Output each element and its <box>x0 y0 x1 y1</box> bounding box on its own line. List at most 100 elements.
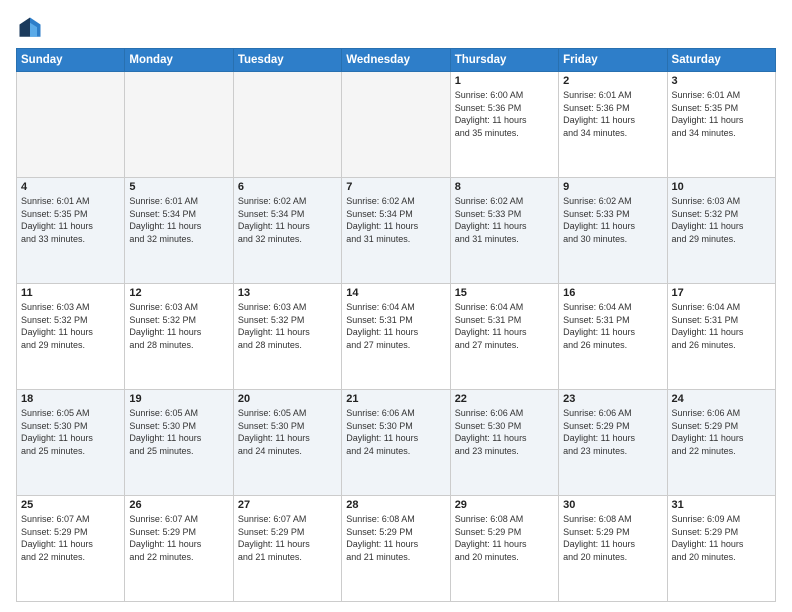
day-info: Sunrise: 6:06 AM Sunset: 5:30 PM Dayligh… <box>346 407 445 457</box>
calendar-cell: 8 Sunrise: 6:02 AM Sunset: 5:33 PM Daylig… <box>450 178 558 284</box>
calendar-header-sunday: Sunday <box>17 49 125 72</box>
day-number: 9 <box>563 181 662 193</box>
day-info: Sunrise: 6:01 AM Sunset: 5:35 PM Dayligh… <box>21 195 120 245</box>
day-number: 2 <box>563 75 662 87</box>
day-info: Sunrise: 6:04 AM Sunset: 5:31 PM Dayligh… <box>455 301 554 351</box>
calendar-cell: 3 Sunrise: 6:01 AM Sunset: 5:35 PM Daylig… <box>667 72 775 178</box>
calendar-cell: 28 Sunrise: 6:08 AM Sunset: 5:29 PM Dayli… <box>342 496 450 602</box>
calendar-cell: 13Sunrise: 6:03 AM Sunset: 5:32 PM Dayli… <box>233 284 341 390</box>
calendar-cell: 15 Sunrise: 6:04 AM Sunset: 5:31 PM Dayli… <box>450 284 558 390</box>
calendar-week-row: 18 Sunrise: 6:05 AM Sunset: 5:30 PM Dayli… <box>17 390 776 496</box>
calendar-week-row: 1Sunrise: 6:00 AM Sunset: 5:36 PM Daylig… <box>17 72 776 178</box>
calendar-cell: 23 Sunrise: 6:06 AM Sunset: 5:29 PM Dayli… <box>559 390 667 496</box>
logo <box>16 14 48 42</box>
day-number: 1 <box>455 75 554 87</box>
day-info: Sunrise: 6:03 AM Sunset: 5:32 PM Dayligh… <box>129 301 228 351</box>
calendar-cell: 21 Sunrise: 6:06 AM Sunset: 5:30 PM Dayli… <box>342 390 450 496</box>
calendar-cell: 14 Sunrise: 6:04 AM Sunset: 5:31 PM Dayli… <box>342 284 450 390</box>
day-number: 4 <box>21 181 120 193</box>
day-number: 27 <box>238 499 337 511</box>
day-info: Sunrise: 6:08 AM Sunset: 5:29 PM Dayligh… <box>455 513 554 563</box>
day-info: Sunrise: 6:03 AM Sunset: 5:32 PM Dayligh… <box>238 301 337 351</box>
calendar-cell: 16Sunrise: 6:04 AM Sunset: 5:31 PM Dayli… <box>559 284 667 390</box>
day-info: Sunrise: 6:04 AM Sunset: 5:31 PM Dayligh… <box>346 301 445 351</box>
day-info: Sunrise: 6:08 AM Sunset: 5:29 PM Dayligh… <box>563 513 662 563</box>
calendar-cell: 2 Sunrise: 6:01 AM Sunset: 5:36 PM Daylig… <box>559 72 667 178</box>
day-number: 25 <box>21 499 120 511</box>
day-number: 19 <box>129 393 228 405</box>
calendar-cell: 6 Sunrise: 6:02 AM Sunset: 5:34 PM Daylig… <box>233 178 341 284</box>
day-info: Sunrise: 6:05 AM Sunset: 5:30 PM Dayligh… <box>129 407 228 457</box>
header <box>16 14 776 42</box>
day-info: Sunrise: 6:05 AM Sunset: 5:30 PM Dayligh… <box>238 407 337 457</box>
day-number: 3 <box>672 75 771 87</box>
day-info: Sunrise: 6:01 AM Sunset: 5:34 PM Dayligh… <box>129 195 228 245</box>
calendar-cell: 20 Sunrise: 6:05 AM Sunset: 5:30 PM Dayli… <box>233 390 341 496</box>
day-number: 15 <box>455 287 554 299</box>
day-number: 6 <box>238 181 337 193</box>
day-number: 22 <box>455 393 554 405</box>
calendar-cell: 5 Sunrise: 6:01 AM Sunset: 5:34 PM Daylig… <box>125 178 233 284</box>
calendar-cell: 25 Sunrise: 6:07 AM Sunset: 5:29 PM Dayli… <box>17 496 125 602</box>
day-info: Sunrise: 6:03 AM Sunset: 5:32 PM Dayligh… <box>21 301 120 351</box>
calendar-header-friday: Friday <box>559 49 667 72</box>
day-info: Sunrise: 6:03 AM Sunset: 5:32 PM Dayligh… <box>672 195 771 245</box>
day-info: Sunrise: 6:04 AM Sunset: 5:31 PM Dayligh… <box>672 301 771 351</box>
day-number: 12 <box>129 287 228 299</box>
calendar-cell: 12 Sunrise: 6:03 AM Sunset: 5:32 PM Dayli… <box>125 284 233 390</box>
calendar-cell: 30 Sunrise: 6:08 AM Sunset: 5:29 PM Dayli… <box>559 496 667 602</box>
day-number: 28 <box>346 499 445 511</box>
day-number: 21 <box>346 393 445 405</box>
calendar-cell: 10 Sunrise: 6:03 AM Sunset: 5:32 PM Dayli… <box>667 178 775 284</box>
calendar-header-row: SundayMondayTuesdayWednesdayThursdayFrid… <box>17 49 776 72</box>
day-info: Sunrise: 6:09 AM Sunset: 5:29 PM Dayligh… <box>672 513 771 563</box>
day-info: Sunrise: 6:01 AM Sunset: 5:36 PM Dayligh… <box>563 89 662 139</box>
calendar-table: SundayMondayTuesdayWednesdayThursdayFrid… <box>16 48 776 602</box>
day-number: 17 <box>672 287 771 299</box>
calendar-cell <box>233 72 341 178</box>
calendar-cell: 18 Sunrise: 6:05 AM Sunset: 5:30 PM Dayli… <box>17 390 125 496</box>
calendar-header-thursday: Thursday <box>450 49 558 72</box>
calendar-cell: 17 Sunrise: 6:04 AM Sunset: 5:31 PM Dayli… <box>667 284 775 390</box>
day-info: Sunrise: 6:06 AM Sunset: 5:29 PM Dayligh… <box>672 407 771 457</box>
day-info: Sunrise: 6:06 AM Sunset: 5:29 PM Dayligh… <box>563 407 662 457</box>
day-number: 30 <box>563 499 662 511</box>
day-number: 31 <box>672 499 771 511</box>
calendar-cell: 1Sunrise: 6:00 AM Sunset: 5:36 PM Daylig… <box>450 72 558 178</box>
calendar-cell: 7 Sunrise: 6:02 AM Sunset: 5:34 PM Daylig… <box>342 178 450 284</box>
day-number: 7 <box>346 181 445 193</box>
calendar-cell: 24 Sunrise: 6:06 AM Sunset: 5:29 PM Dayli… <box>667 390 775 496</box>
day-number: 18 <box>21 393 120 405</box>
calendar-week-row: 11 Sunrise: 6:03 AM Sunset: 5:32 PM Dayli… <box>17 284 776 390</box>
calendar-week-row: 4 Sunrise: 6:01 AM Sunset: 5:35 PM Daylig… <box>17 178 776 284</box>
day-number: 10 <box>672 181 771 193</box>
calendar-week-row: 25 Sunrise: 6:07 AM Sunset: 5:29 PM Dayli… <box>17 496 776 602</box>
logo-icon <box>16 14 44 42</box>
day-info: Sunrise: 6:05 AM Sunset: 5:30 PM Dayligh… <box>21 407 120 457</box>
day-info: Sunrise: 6:06 AM Sunset: 5:30 PM Dayligh… <box>455 407 554 457</box>
day-number: 23 <box>563 393 662 405</box>
calendar-cell: 9Sunrise: 6:02 AM Sunset: 5:33 PM Daylig… <box>559 178 667 284</box>
day-number: 20 <box>238 393 337 405</box>
day-info: Sunrise: 6:02 AM Sunset: 5:34 PM Dayligh… <box>346 195 445 245</box>
day-info: Sunrise: 6:02 AM Sunset: 5:33 PM Dayligh… <box>455 195 554 245</box>
day-number: 14 <box>346 287 445 299</box>
calendar-cell <box>125 72 233 178</box>
calendar-header-tuesday: Tuesday <box>233 49 341 72</box>
day-info: Sunrise: 6:08 AM Sunset: 5:29 PM Dayligh… <box>346 513 445 563</box>
calendar-cell <box>17 72 125 178</box>
day-number: 24 <box>672 393 771 405</box>
day-info: Sunrise: 6:01 AM Sunset: 5:35 PM Dayligh… <box>672 89 771 139</box>
day-info: Sunrise: 6:02 AM Sunset: 5:34 PM Dayligh… <box>238 195 337 245</box>
page: SundayMondayTuesdayWednesdayThursdayFrid… <box>0 0 792 612</box>
calendar-cell: 11 Sunrise: 6:03 AM Sunset: 5:32 PM Dayli… <box>17 284 125 390</box>
day-info: Sunrise: 6:07 AM Sunset: 5:29 PM Dayligh… <box>21 513 120 563</box>
day-number: 11 <box>21 287 120 299</box>
calendar-cell <box>342 72 450 178</box>
day-number: 8 <box>455 181 554 193</box>
day-number: 29 <box>455 499 554 511</box>
calendar-cell: 4 Sunrise: 6:01 AM Sunset: 5:35 PM Daylig… <box>17 178 125 284</box>
calendar-header-saturday: Saturday <box>667 49 775 72</box>
day-number: 5 <box>129 181 228 193</box>
calendar-header-wednesday: Wednesday <box>342 49 450 72</box>
